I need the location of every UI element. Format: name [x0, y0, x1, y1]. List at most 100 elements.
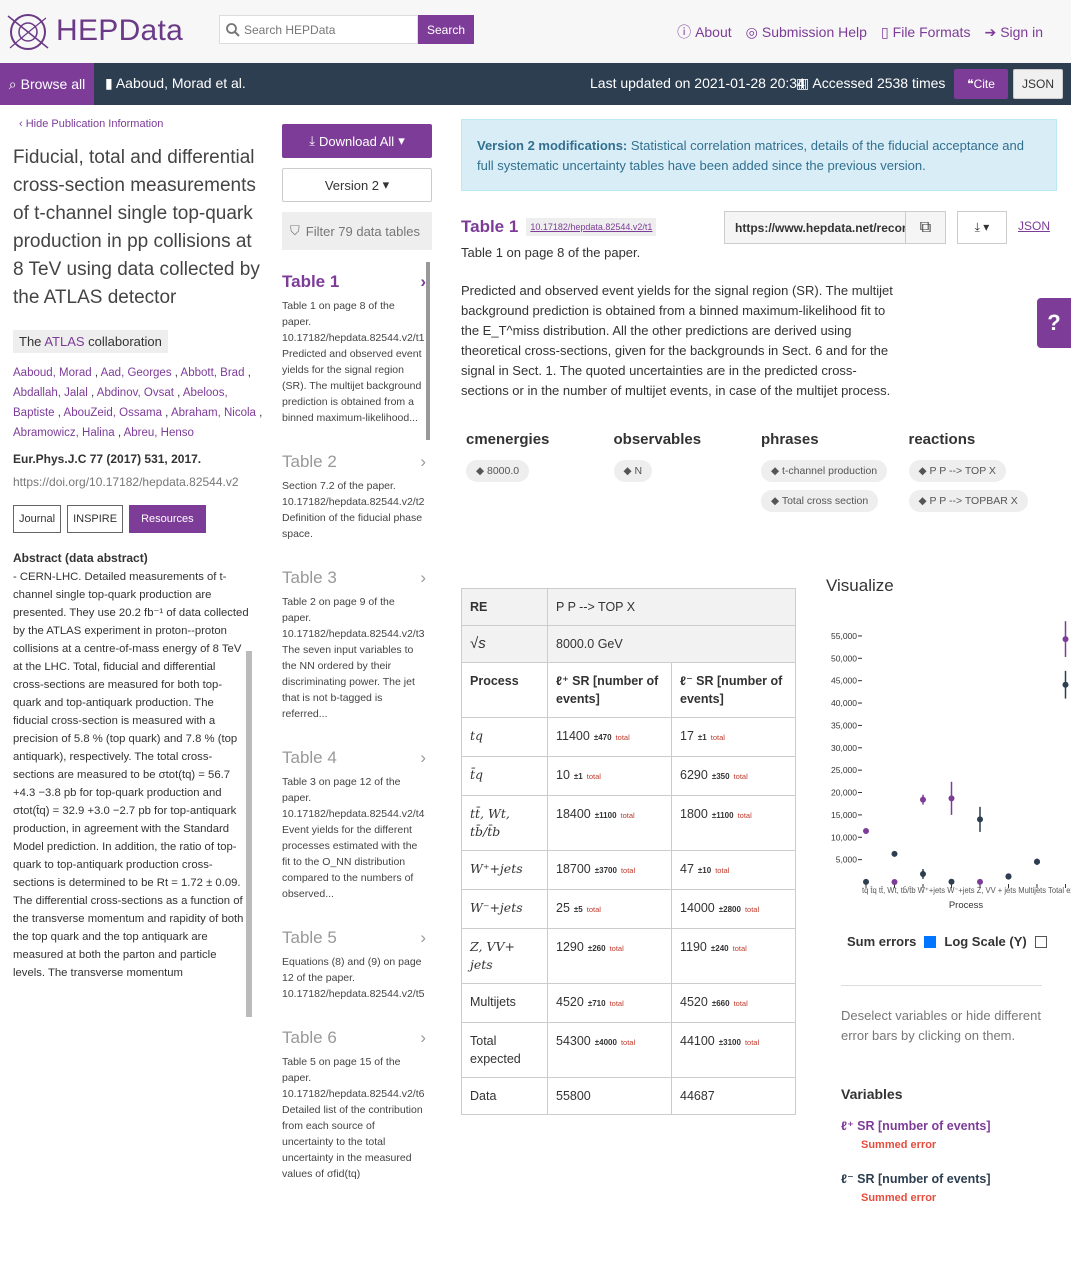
table-json-link[interactable]: JSON [1018, 219, 1050, 233]
journal-button[interactable]: Journal [13, 505, 62, 533]
summed-error-toggle[interactable]: Summed error [861, 1192, 1061, 1204]
keyword-tag-label: t-channel production [782, 465, 878, 477]
data-point[interactable] [920, 870, 926, 877]
table-list-doi: 10.17182/hepdata.82544.v2/t2 [282, 496, 425, 508]
keyword-tag[interactable]: ◆ P P --> TOP X [908, 460, 1006, 482]
table-download-dropdown[interactable]: ⤓ ▾ [957, 211, 1007, 244]
author-link[interactable]: Abbott, Brad [181, 367, 245, 379]
record-doi-link[interactable]: https://doi.org/10.17182/hepdata.82544.v… [13, 475, 265, 489]
data-point[interactable] [920, 796, 926, 803]
data-point[interactable] [977, 816, 983, 823]
cell-error: ±470 [593, 733, 612, 742]
hide-publication-label: Hide Publication Information [25, 118, 164, 130]
author-link[interactable]: Abraham, Nicola [171, 407, 256, 419]
author-link[interactable]: AbouZeid, Ossama [64, 407, 162, 419]
cite-button[interactable]: ❝ Cite [954, 69, 1008, 99]
about-link[interactable]: ⓘ About [677, 22, 732, 42]
cell-value: 6290 [680, 768, 708, 782]
resources-button[interactable]: Resources [129, 505, 206, 533]
logo[interactable]: HEPData [6, 8, 183, 54]
variable-toggle[interactable]: ℓ⁺ SR [number of events] [841, 1118, 1061, 1133]
variable-toggle[interactable]: ℓ⁻ SR [number of events] [841, 1171, 1061, 1186]
tag-icon: ◆ [476, 465, 487, 477]
table-url-input[interactable]: https://www.hepdata.net/record/ins151277… [725, 212, 905, 243]
table-list-scrollbar[interactable] [426, 262, 430, 440]
author-link[interactable]: Abramowicz, Halina [13, 427, 115, 439]
cell-value: 14000 [680, 901, 715, 915]
inspire-button[interactable]: INSPIRE [67, 505, 124, 533]
sum-errors-checkbox[interactable] [924, 935, 937, 948]
data-point[interactable] [977, 878, 983, 885]
author-link[interactable]: Abdallah, Jalal [13, 387, 88, 399]
json-button[interactable]: JSON [1013, 69, 1063, 99]
author-sep: , [117, 427, 122, 439]
table-cell: 1290 ±260 total [547, 928, 672, 984]
data-point[interactable] [891, 878, 898, 885]
cell-value: 1190 [680, 940, 707, 954]
table-list-doi: 10.17182/hepdata.82544.v2/t1 [282, 332, 425, 344]
header-cell: √s [461, 625, 548, 663]
data-point[interactable] [1062, 636, 1069, 643]
last-updated: Last updated on 2021-01-28 20:34 [590, 75, 805, 91]
data-point[interactable] [1062, 681, 1069, 688]
keyword-tag[interactable]: ◆ t-channel production [761, 460, 888, 482]
data-point[interactable] [948, 795, 955, 802]
filter-tables-input[interactable]: ⛉ Filter 79 data tables [282, 212, 432, 250]
header-cell: 8000.0 GeV [547, 625, 796, 663]
table-row: t̄q 10 ±1 total 6290 ±350 total [461, 756, 796, 796]
search-input[interactable]: Search HEPData [219, 15, 418, 44]
info-icon: ⓘ [677, 24, 692, 40]
download-all-button[interactable]: ⤓ Download All ▾ [282, 124, 432, 158]
keyword-tag[interactable]: ◆ P P --> TOPBAR X [908, 490, 1028, 512]
process-cell: W⁺+jets [461, 850, 548, 890]
version-dropdown[interactable]: Version 2 ▾ [282, 168, 432, 202]
data-point[interactable] [1034, 858, 1040, 865]
data-point[interactable] [891, 850, 898, 857]
table-list-item[interactable]: Table 5 › Equations (8) and (9) on page 1… [282, 902, 426, 1002]
table-list-item[interactable]: Table 1 › Table 1 on page 8 of the paper.… [282, 262, 426, 426]
hide-publication-link[interactable]: ‹ Hide Publication Information [19, 118, 265, 130]
keyword-tag[interactable]: ◆ N [613, 460, 653, 482]
cell-error: ±10 [697, 866, 712, 875]
publication-title: Fiducial, total and differential cross-s… [13, 147, 260, 308]
table-cell: 11400 ±470 total [547, 717, 672, 757]
collab-suffix: collaboration [88, 334, 162, 349]
author-link[interactable]: Abdinov, Ovsat [97, 387, 174, 399]
data-point[interactable] [863, 828, 869, 834]
table-doi-link[interactable]: 10.17182/hepdata.82544.v2/t1 [526, 218, 657, 236]
author-link[interactable]: Aaboud, Morad [13, 367, 92, 379]
abstract-scrollbar[interactable] [246, 651, 252, 1017]
sign-in-link[interactable]: ➔ Sign in [984, 22, 1043, 42]
data-point[interactable] [1005, 873, 1012, 880]
table-list-item[interactable]: Table 6 › Table 5 on page 15 of the paper… [282, 1002, 426, 1182]
cell-value: 10 [556, 768, 570, 782]
summed-error-toggle[interactable]: Summed error [861, 1139, 1061, 1151]
search-button[interactable]: Search [418, 15, 474, 44]
author-link[interactable]: Abreu, Henso [124, 427, 194, 439]
header-cell[interactable]: ℓ⁻ SR [number of events] [671, 662, 796, 718]
table-list-doi: 10.17182/hepdata.82544.v2/t4 [282, 808, 425, 820]
error-type-label: total [609, 999, 624, 1008]
submission-help-link[interactable]: ◎ Submission Help [746, 22, 867, 42]
keyword-tag[interactable]: ◆ Total cross section [761, 490, 879, 512]
file-formats-link[interactable]: ▯ File Formats [881, 22, 971, 42]
table-list-item[interactable]: Table 3 › Table 2 on page 9 of the paper.… [282, 542, 426, 722]
tag-icon: ◆ [918, 495, 930, 507]
chevron-right-icon: › [420, 928, 426, 947]
collab-name-link[interactable]: ATLAS [44, 334, 84, 349]
help-button[interactable]: ? [1037, 298, 1071, 348]
data-point[interactable] [948, 878, 955, 885]
browse-all-button[interactable]: ⌕ Browse all [0, 63, 94, 105]
keyword-tag[interactable]: ◆ 8000.0 [466, 460, 530, 482]
table-list-item[interactable]: Table 4 › Table 3 on page 12 of the paper… [282, 722, 426, 902]
log-scale-checkbox[interactable] [1034, 935, 1047, 948]
header-cell[interactable]: ℓ⁺ SR [number of events] [547, 662, 672, 718]
data-point[interactable] [863, 878, 869, 885]
cell-error: ±660 [711, 999, 730, 1008]
author-link[interactable]: Aad, Georges [101, 367, 172, 379]
table-list-doi: 10.17182/hepdata.82544.v2/t6 [282, 1088, 425, 1100]
browse-all-label: Browse all [20, 76, 86, 92]
keyword-tag-label: 8000.0 [487, 465, 520, 477]
copy-button[interactable]: ⧉ [905, 212, 945, 243]
table-list-item[interactable]: Table 2 › Section 7.2 of the paper. 10.17… [282, 426, 426, 542]
